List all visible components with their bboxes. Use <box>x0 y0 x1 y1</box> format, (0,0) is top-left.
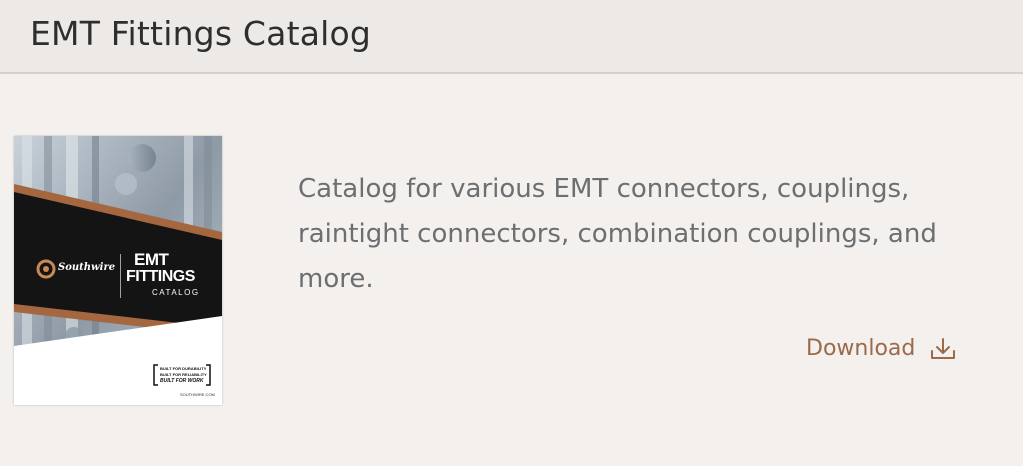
cover-tagline-1: BUILT FOR DURABILITY <box>160 366 207 371</box>
cover-tagline-2: BUILT FOR RELIABILITY <box>160 372 207 377</box>
download-label: Download <box>806 336 916 361</box>
catalog-description: Catalog for various EMT connectors, coup… <box>298 174 937 294</box>
page-title: EMT Fittings Catalog <box>30 14 372 53</box>
cover-title-line1: EMT <box>134 250 169 269</box>
cover-brand-text: Southwire <box>58 262 116 273</box>
cover-website: SOUTHWIRE.COM <box>180 392 215 397</box>
download-icon <box>931 337 956 359</box>
cover-title-line2: FITTINGS <box>126 268 195 285</box>
cover-tagline-3: BUILT FOR WORK <box>160 378 204 384</box>
cover-title-line3: CATALOG <box>152 288 200 297</box>
page-header: EMT Fittings Catalog <box>0 0 1023 74</box>
download-link[interactable]: Download <box>806 336 957 361</box>
catalog-cover-image[interactable]: Southwire EMT FITTINGS CATALOG BUILT FOR… <box>14 136 222 405</box>
